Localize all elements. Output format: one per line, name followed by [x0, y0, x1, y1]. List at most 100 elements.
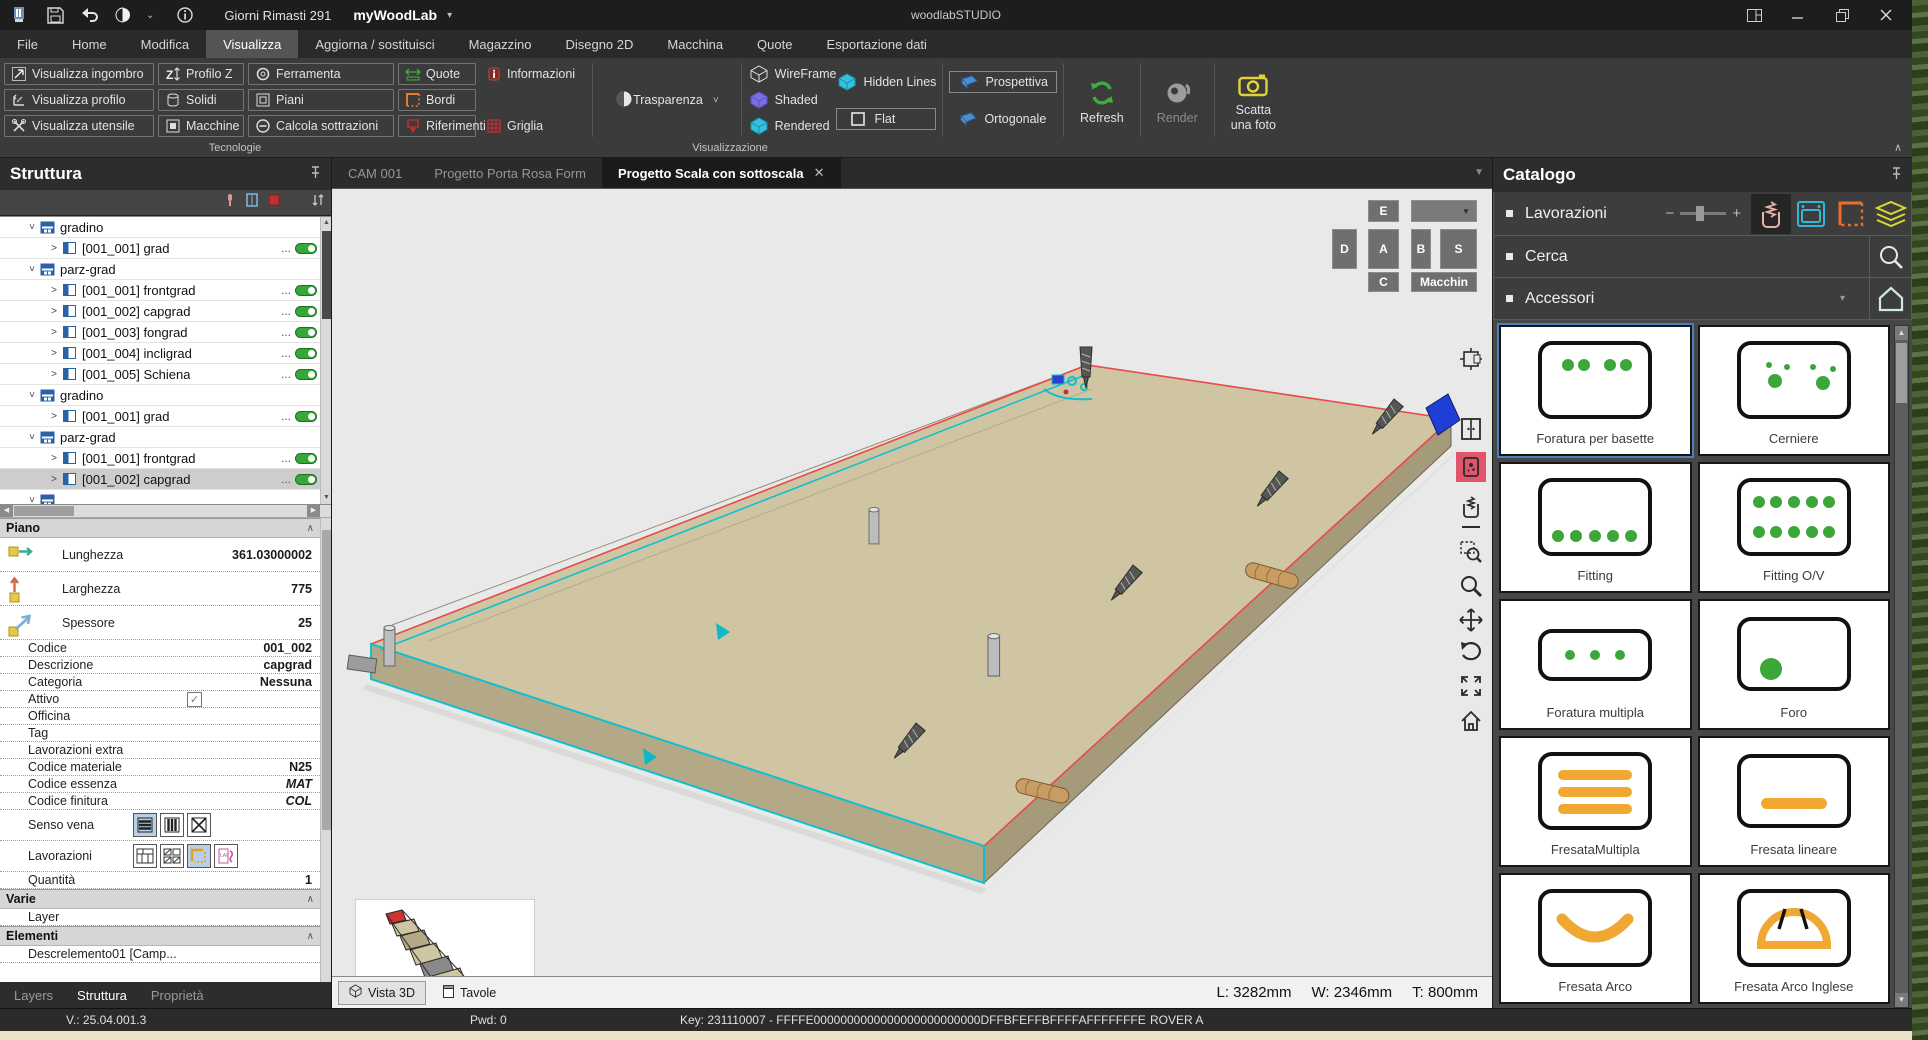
quote-button[interactable]: Quote	[398, 63, 476, 85]
catalog-item-multipla[interactable]: Foratura multipla	[1499, 599, 1692, 730]
wireframe-button[interactable]: WireFrame	[748, 63, 837, 85]
chevron-down-icon[interactable]: ˅	[26, 495, 38, 506]
grain-horizontal-icon[interactable]	[133, 813, 157, 837]
stair-preview-thumbnail[interactable]	[355, 899, 535, 976]
rendered-button[interactable]: Rendered	[748, 115, 837, 137]
catalog-item-fresata-arco-inglese[interactable]: Fresata Arco Inglese	[1698, 873, 1891, 1004]
tree-row[interactable]: ˅gradino	[0, 217, 331, 238]
collapse-icon[interactable]: ∧	[307, 894, 314, 905]
pan-window-icon[interactable]	[1456, 344, 1486, 374]
catalog-scroll-thumb[interactable]	[1896, 343, 1907, 403]
view-preset-dropdown[interactable]: ▾	[1411, 200, 1477, 222]
menu-tab-magazzino[interactable]: Magazzino	[452, 30, 549, 58]
tree-row[interactable]: ˃[001_001] grad...	[0, 406, 331, 427]
zoom-icon[interactable]	[1456, 571, 1486, 601]
scroll-up-icon[interactable]: ▲	[321, 217, 331, 229]
h-scroll-thumb[interactable]	[14, 506, 74, 516]
visibility-toggle[interactable]	[295, 411, 317, 422]
theme-caret-icon[interactable]: ⌄	[146, 10, 154, 21]
doc-tab-0[interactable]: CAM 001	[332, 158, 418, 188]
view-preset-button-macchin[interactable]: Macchin	[1411, 272, 1477, 292]
catalog-scrollbar[interactable]: ▲ ▼	[1894, 325, 1909, 1008]
catalog-item-foro[interactable]: Foro	[1698, 599, 1891, 730]
more-button[interactable]: ...	[281, 325, 291, 339]
door-hardware-icon[interactable]	[1456, 452, 1486, 482]
chevron-right-icon[interactable]: ˃	[48, 243, 60, 254]
tree-row[interactable]: ˃[001_001] frontgrad...	[0, 448, 331, 469]
griglia-button[interactable]: Griglia	[480, 115, 582, 137]
close-button[interactable]	[1864, 0, 1908, 30]
menu-tab-esportazione-dati[interactable]: Esportazione dati	[809, 30, 943, 58]
more-button[interactable]: ...	[281, 409, 291, 423]
ribbon-collapse-icon[interactable]: ∧	[1894, 141, 1902, 154]
visualizza-utensile-button[interactable]: Visualizza utensile	[4, 115, 154, 137]
catalog-item-fresata-multipla[interactable]: FresataMultipla	[1499, 736, 1692, 867]
hammer-icon[interactable]	[223, 193, 237, 212]
zoom-out-icon[interactable]: −	[1665, 205, 1674, 222]
theme-toggle-icon[interactable]	[110, 4, 136, 26]
catalog-item-fitting-ov[interactable]: Fitting O/V	[1698, 462, 1891, 593]
more-button[interactable]: ...	[281, 472, 291, 486]
scroll-down-icon[interactable]: ▼	[321, 492, 331, 504]
ferramenta-button[interactable]: Ferramenta	[248, 63, 394, 85]
tree-row[interactable]: ˃[001_001] grad...	[0, 238, 331, 259]
view-preset-button-c[interactable]: C	[1368, 272, 1399, 292]
doc-tab-1[interactable]: Progetto Porta Rosa Form	[418, 158, 602, 188]
pattern-border-icon[interactable]	[187, 844, 211, 868]
cabinet-icon[interactable]	[1456, 414, 1486, 444]
save-icon[interactable]	[42, 4, 68, 26]
section-header-elementi[interactable]: Elementi∧	[0, 926, 320, 946]
catalog-section-cerca[interactable]: Cerca	[1493, 236, 1912, 278]
maximize-button[interactable]	[1820, 0, 1864, 30]
more-button[interactable]: ...	[281, 367, 291, 381]
chevron-down-icon[interactable]: ˅	[26, 264, 38, 275]
catalog-item-cerniere[interactable]: Cerniere	[1698, 325, 1891, 456]
menu-tab-visualizza[interactable]: Visualizza	[206, 30, 298, 58]
panel-icon[interactable]	[245, 193, 259, 212]
menu-tab-file[interactable]: File	[0, 30, 55, 58]
grain-vertical-icon[interactable]	[160, 813, 184, 837]
view-preset-button-s[interactable]: S	[1440, 229, 1477, 269]
shaded-button[interactable]: Shaded	[748, 89, 837, 111]
chevron-down-icon[interactable]: ˅	[26, 222, 38, 233]
more-button[interactable]: ...	[281, 283, 291, 297]
visibility-toggle[interactable]	[295, 474, 317, 485]
menu-tab-modifica[interactable]: Modifica	[124, 30, 206, 58]
profilo-z-button[interactable]: ZProfilo Z	[158, 63, 244, 85]
visualizza-ingombro-button[interactable]: Visualizza ingombro	[4, 63, 154, 85]
chevron-down-icon[interactable]: ˅	[26, 390, 38, 401]
riferimenti-button[interactable]: Riferimenti	[398, 115, 476, 137]
zoom-window-icon[interactable]	[1456, 537, 1486, 567]
menu-tab-aggiorna-sostituisci[interactable]: Aggiorna / sostituisci	[298, 30, 451, 58]
panel-tab-struttura[interactable]: Struttura	[77, 988, 127, 1003]
3d-canvas[interactable]: E▾DABSCMacchin	[332, 188, 1492, 976]
view-preset-button-b[interactable]: B	[1411, 229, 1431, 269]
fit-view-icon[interactable]	[1456, 671, 1486, 701]
more-button[interactable]: ...	[281, 346, 291, 360]
tab-tavole[interactable]: Tavole	[432, 981, 507, 1005]
more-button[interactable]: ...	[281, 241, 291, 255]
scroll-left-icon[interactable]: ◀	[0, 505, 13, 517]
more-button[interactable]: ...	[281, 304, 291, 318]
section-header-piano[interactable]: Piano∧	[0, 518, 320, 538]
layers-icon[interactable]	[1871, 194, 1911, 234]
tree-h-scrollbar[interactable]: ◀ ▶	[0, 505, 331, 518]
pattern-grid-icon[interactable]	[133, 844, 157, 868]
catalog-item-basette[interactable]: Foratura per basette	[1499, 325, 1692, 456]
prospettiva-button[interactable]: Prospettiva	[949, 71, 1057, 93]
pin-icon[interactable]	[1891, 165, 1902, 185]
minimize-button[interactable]	[1776, 0, 1820, 30]
chevron-right-icon[interactable]: ˃	[48, 369, 60, 380]
visibility-toggle[interactable]	[295, 306, 317, 317]
bordi-button[interactable]: Bordi	[398, 89, 476, 111]
tree-row[interactable]: ˅gradino	[0, 385, 331, 406]
catalog-item-fitting[interactable]: Fitting	[1499, 462, 1692, 593]
catalog-item-fresata-lineare[interactable]: Fresata lineare	[1698, 736, 1891, 867]
tree-row[interactable]: ˃[001_005] Schiena...	[0, 364, 331, 385]
chevron-right-icon[interactable]: ˃	[48, 348, 60, 359]
attivo-checkbox[interactable]: ✓	[187, 692, 202, 707]
collapse-icon[interactable]: ∧	[307, 523, 314, 534]
properties-scroll-thumb[interactable]	[322, 530, 331, 830]
flat-button[interactable]: Flat	[836, 108, 936, 130]
refresh-button[interactable]: Refresh	[1070, 63, 1134, 137]
